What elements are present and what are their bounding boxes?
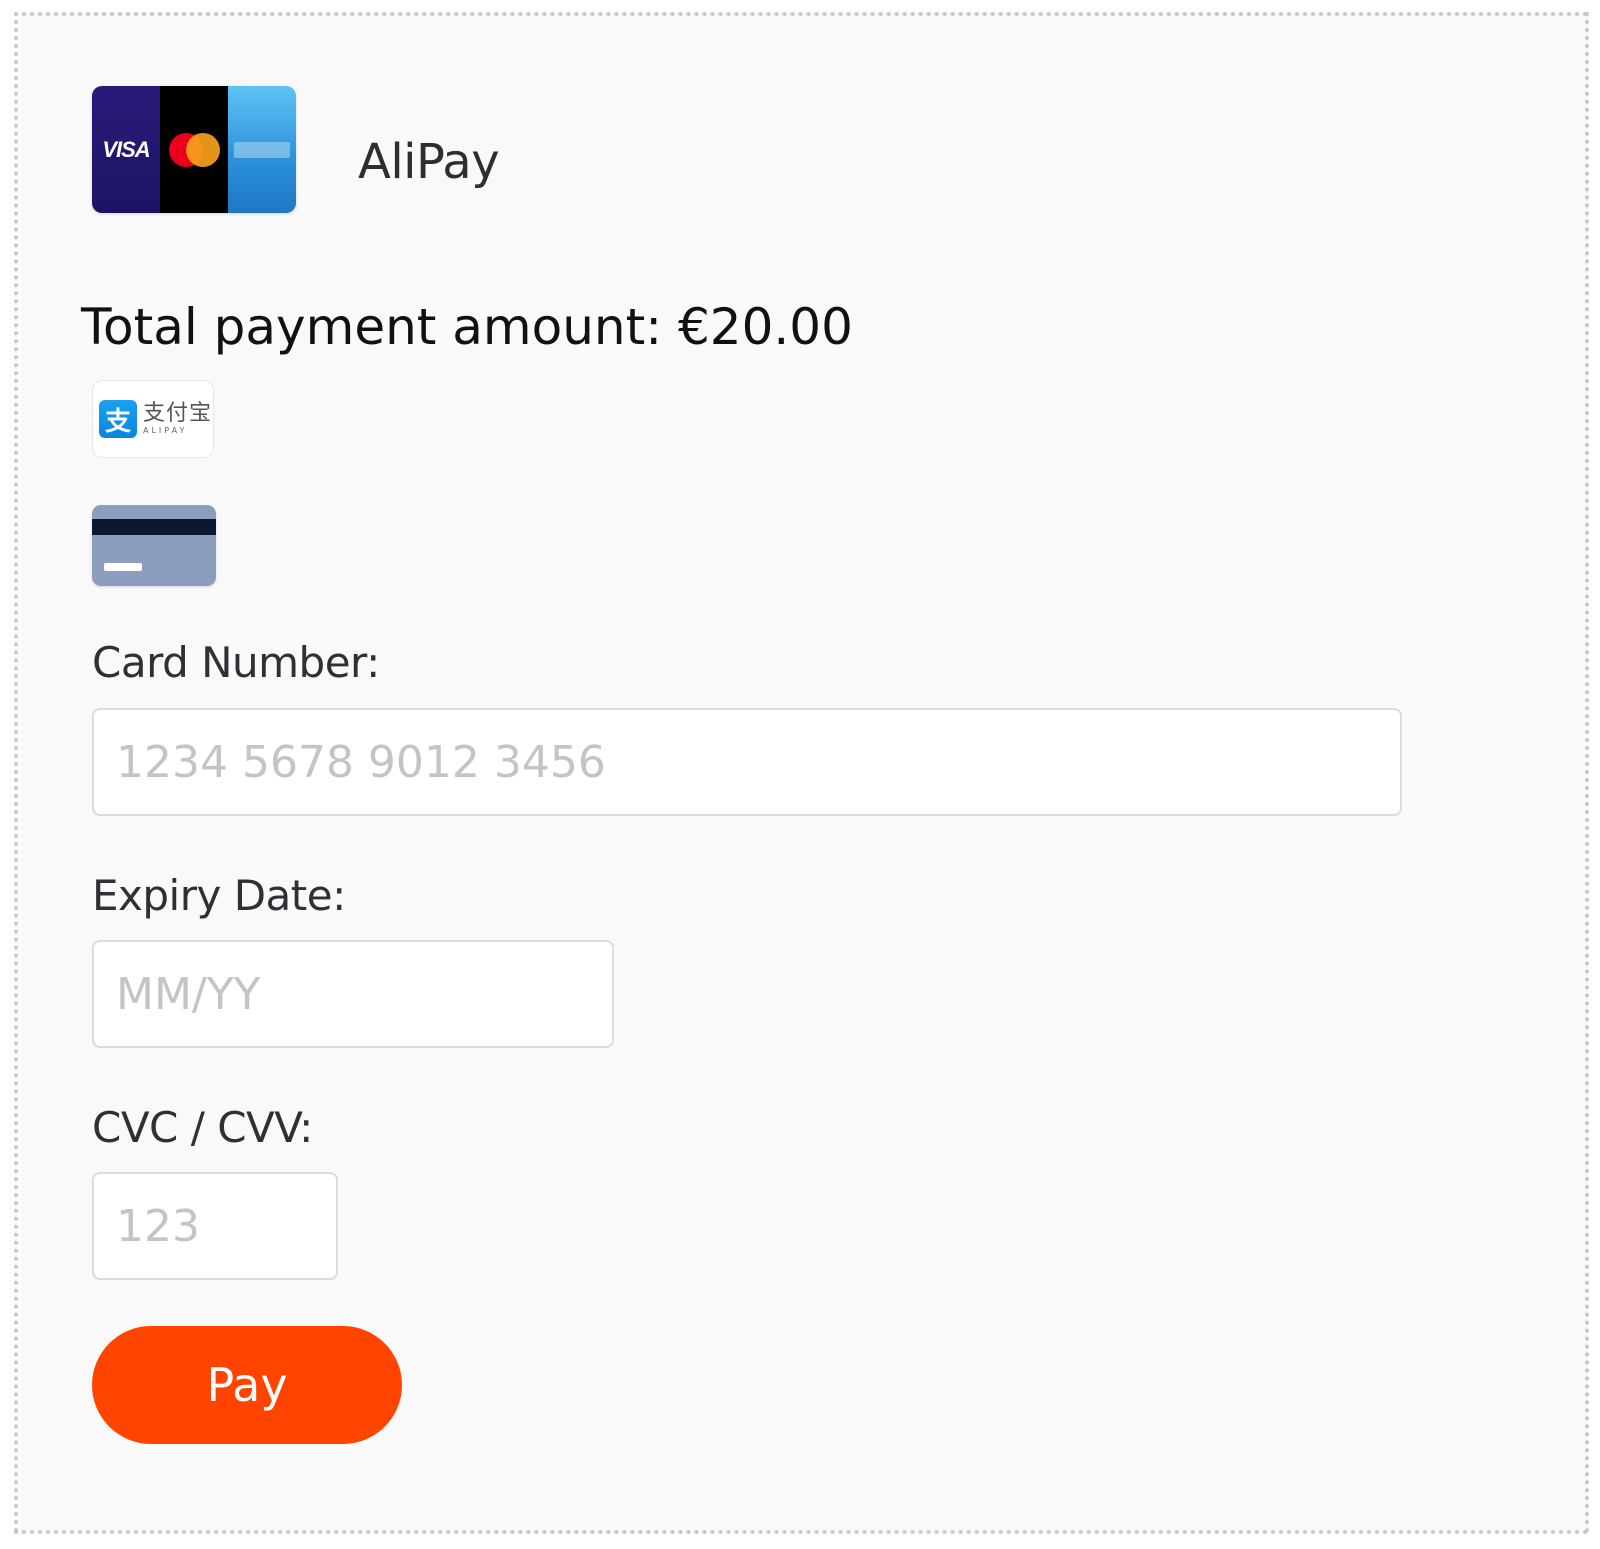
page-title: AliPay	[358, 134, 500, 190]
pay-button[interactable]: Pay	[92, 1326, 402, 1444]
amex-logo-icon	[228, 86, 296, 213]
total-amount: Total payment amount: €20.00	[81, 298, 853, 356]
payment-panel: VISA AliPay Total payment amount: €20.00…	[14, 12, 1589, 1534]
alipay-mark-glyph: 支	[104, 406, 131, 437]
alipay-logo-icon: 支	[99, 400, 137, 438]
alipay-en-text: ALIPAY	[143, 426, 188, 435]
total-amount-text: Total payment amount: €20.00	[81, 298, 853, 356]
cvc-input[interactable]	[92, 1172, 338, 1280]
card-method-option[interactable]	[92, 505, 216, 586]
expiry-date-input[interactable]	[92, 940, 614, 1048]
mastercard-orange-circle	[186, 132, 220, 167]
alipay-wordmark: 支付宝 ALIPAY	[143, 403, 212, 435]
card-number-input[interactable]	[92, 708, 1402, 816]
credit-card-icon	[92, 519, 216, 535]
mastercard-logo-icon	[160, 86, 228, 213]
alipay-method-option[interactable]: 支 支付宝 ALIPAY	[92, 380, 214, 458]
alipay-zh-text: 支付宝	[143, 401, 213, 426]
expiry-date-label: Expiry Date:	[92, 871, 346, 920]
visa-logo-text: VISA	[102, 136, 150, 162]
credit-card-line	[104, 563, 142, 571]
card-number-label: Card Number:	[92, 638, 380, 687]
visa-logo-icon: VISA	[92, 86, 160, 213]
cvc-label: CVC / CVV:	[92, 1103, 313, 1152]
card-brand-logos: VISA	[92, 86, 296, 213]
amex-wordmark	[234, 141, 290, 158]
